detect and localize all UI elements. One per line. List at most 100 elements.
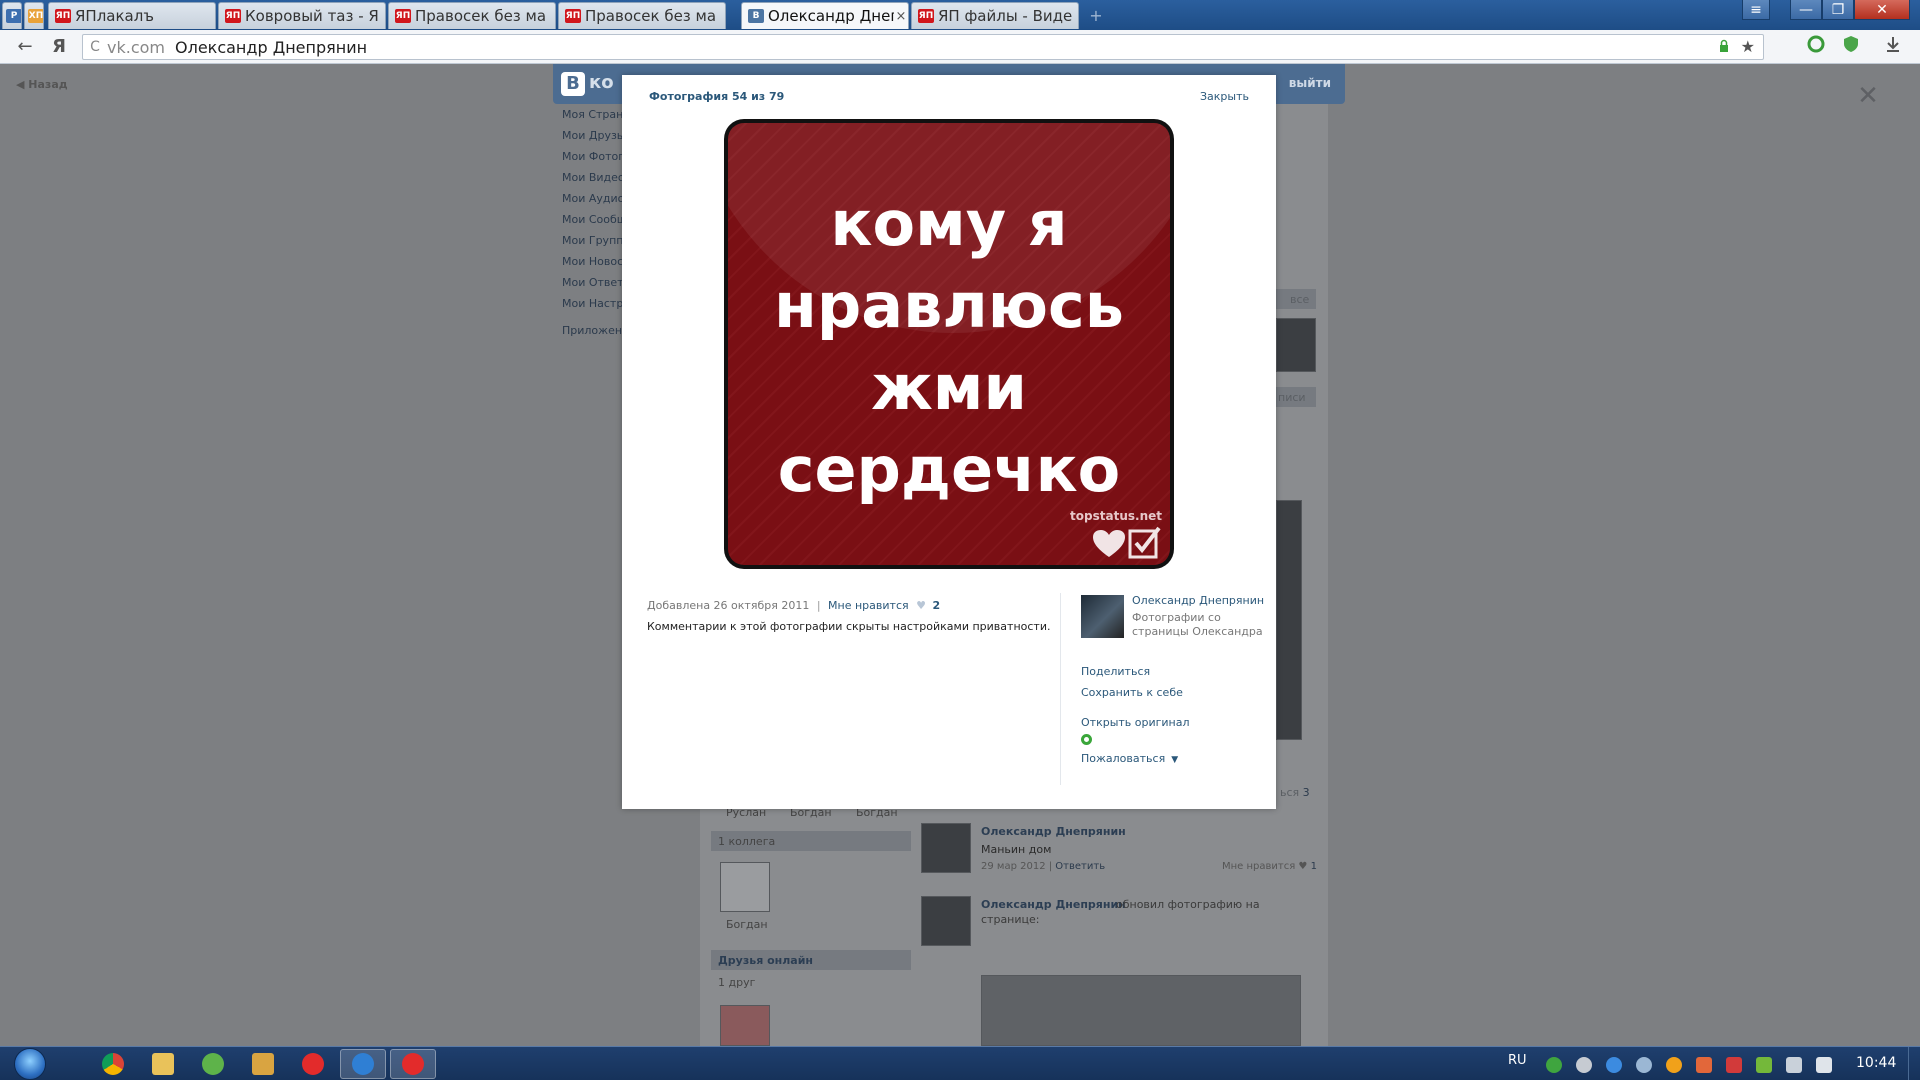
- tab-favicon: ЯП: [395, 9, 411, 23]
- tab-label: ЯПлакалъ: [75, 7, 154, 25]
- open-original-link[interactable]: Открыть оригинал: [1081, 716, 1190, 729]
- minimize-button[interactable]: —: [1790, 0, 1822, 20]
- records-text: писи: [1278, 391, 1306, 404]
- tray-network-icon[interactable]: [1576, 1057, 1592, 1073]
- album-link-line-2[interactable]: страницы Олександра: [1132, 625, 1263, 638]
- wall-post-author[interactable]: Олександр Днепрянин: [981, 825, 1126, 838]
- yandex-icon[interactable]: Я: [46, 35, 72, 59]
- tray-nvidia-icon[interactable]: [1756, 1057, 1772, 1073]
- back-link[interactable]: ◀ Назад: [16, 78, 68, 91]
- tab-favicon: ЯП: [565, 9, 581, 23]
- tab-pravosek-1[interactable]: ЯП Правосек без ма: [388, 2, 556, 29]
- all-link[interactable]: все: [1290, 293, 1309, 306]
- report-link[interactable]: Пожаловаться ▼: [1081, 752, 1178, 765]
- likes-fragment-label: ься: [1280, 786, 1300, 799]
- tray-network-connection-icon[interactable]: [1786, 1057, 1802, 1073]
- wall-post-text: обновил фотографию на: [1116, 898, 1260, 911]
- tab-favicon: P: [6, 9, 21, 23]
- tray-flag-icon[interactable]: [1726, 1057, 1742, 1073]
- tab-vk-active[interactable]: B Олександр Днепр ×: [741, 2, 909, 29]
- taskbar-utorrent[interactable]: [190, 1049, 236, 1079]
- address-page-title: Олександр Днепрянин: [175, 37, 368, 57]
- show-desktop-button[interactable]: [1908, 1047, 1920, 1080]
- wall-post-author[interactable]: Олександр Днепрянин: [981, 898, 1126, 911]
- extension-shield-icon[interactable]: [1838, 35, 1864, 59]
- extension-refresh-icon[interactable]: [1803, 35, 1829, 59]
- maximize-button[interactable]: ❐: [1822, 0, 1854, 20]
- tab-yap-files[interactable]: ЯП ЯП файлы - Виде: [911, 2, 1079, 29]
- tab-pravosek-2[interactable]: ЯП Правосек без ма: [558, 2, 726, 29]
- close-window-button[interactable]: ✕: [1854, 0, 1910, 20]
- author-link[interactable]: Олександр Днепрянин: [1132, 594, 1264, 607]
- colleague-name[interactable]: Богдан: [726, 918, 768, 931]
- tab-pinned-2[interactable]: ХП: [24, 2, 44, 29]
- address-input[interactable]: C vk.com Олександр Днепрянин ★: [82, 34, 1764, 60]
- back-arrow-icon[interactable]: ←: [12, 35, 38, 59]
- tab-kovrovyi-taz[interactable]: ЯП Ковровый таз - Я: [218, 2, 386, 29]
- download-icon[interactable]: [1880, 35, 1906, 59]
- wall-post-meta: 29 мар 2012 | Ответить: [981, 861, 1106, 872]
- taskbar-explorer[interactable]: [140, 1049, 186, 1079]
- photo-caption-line: кому я: [830, 187, 1068, 260]
- taskbar-yandex[interactable]: [290, 1049, 336, 1079]
- album-link-line-1[interactable]: Фотографии со: [1132, 611, 1221, 624]
- photo-card: кому я нравлюсь жми сердечко topstatus.n…: [728, 123, 1170, 565]
- tray-speaker-alert-icon[interactable]: [1696, 1057, 1712, 1073]
- taskbar-yandex-browser[interactable]: [390, 1049, 436, 1079]
- photo-viewer: Фотография 54 из 79 Закрыть кому я нравл…: [622, 75, 1276, 809]
- author-avatar[interactable]: [1081, 595, 1124, 638]
- wall-post-reply-link[interactable]: Ответить: [1055, 861, 1105, 872]
- tray-sync-icon[interactable]: [1636, 1057, 1652, 1073]
- wall-post-text: Маньин дом: [981, 843, 1052, 856]
- language-indicator[interactable]: RU: [1508, 1053, 1527, 1068]
- wall-post-likes[interactable]: Мне нравится ♥ 1: [1222, 861, 1317, 872]
- clock[interactable]: 10:44: [1856, 1055, 1896, 1071]
- online-friend-avatar[interactable]: [720, 1005, 770, 1046]
- friends-online-count: 1 друг: [718, 976, 756, 989]
- logout-link[interactable]: выйти: [1289, 76, 1331, 90]
- new-tab-button[interactable]: +: [1085, 6, 1107, 25]
- share-link[interactable]: Поделиться: [1081, 665, 1150, 678]
- browser-menu-button[interactable]: ≡: [1742, 0, 1770, 20]
- start-button[interactable]: [10, 1047, 50, 1080]
- tab-label: Правосек без ма: [415, 7, 547, 25]
- like-link[interactable]: Мне нравится: [828, 599, 909, 612]
- tab-favicon: B: [748, 9, 764, 23]
- utorrent-icon: [202, 1053, 224, 1075]
- media-player-icon: [252, 1053, 274, 1075]
- photo-image[interactable]: кому я нравлюсь жми сердечко topstatus.n…: [724, 119, 1174, 569]
- tray-volume-icon[interactable]: [1816, 1057, 1832, 1073]
- tab-pinned-1[interactable]: P: [2, 2, 22, 29]
- taskbar-media[interactable]: [240, 1049, 286, 1079]
- address-toolbar: ← Я C vk.com Олександр Днепрянин ★: [0, 30, 1920, 64]
- taskbar-chrome[interactable]: [90, 1049, 136, 1079]
- wall-post-avatar[interactable]: [921, 896, 971, 946]
- viewer-close-link[interactable]: Закрыть: [1200, 90, 1249, 103]
- overlay-close-icon[interactable]: ✕: [1856, 83, 1880, 109]
- friends-online-header[interactable]: Друзья онлайн: [718, 954, 813, 967]
- tray-check-icon[interactable]: [1546, 1057, 1562, 1073]
- photo-added-date: Добавлена 26 октября 2011: [647, 599, 810, 612]
- status-ring-icon: [1081, 734, 1092, 745]
- tray-update-icon[interactable]: [1666, 1057, 1682, 1073]
- tab-label: Олександр Днепр: [768, 7, 894, 25]
- wall-post-avatar[interactable]: [921, 823, 971, 873]
- save-to-album-link[interactable]: Сохранить к себе: [1081, 686, 1183, 699]
- tray-browser-icon[interactable]: [1606, 1057, 1622, 1073]
- tab-yaplakal[interactable]: ЯП ЯПлакалъ: [48, 2, 216, 29]
- wall-post-date: 29 мар 2012: [981, 861, 1046, 872]
- friend-photo[interactable]: [1276, 318, 1316, 372]
- vk-logo-text: ко: [589, 72, 614, 93]
- reload-icon[interactable]: C: [83, 39, 107, 55]
- photo-counter: Фотография 54 из 79: [649, 90, 785, 103]
- heart-icon[interactable]: ♥: [916, 599, 926, 612]
- taskbar-browser[interactable]: [340, 1049, 386, 1079]
- colleagues-header[interactable]: 1 коллега: [718, 835, 775, 848]
- colleague-avatar[interactable]: [720, 862, 770, 912]
- vk-logo[interactable]: B: [561, 72, 585, 96]
- wall-photo[interactable]: [1276, 500, 1302, 740]
- bookmark-star-icon[interactable]: ★: [1741, 37, 1755, 56]
- tab-close-icon[interactable]: ×: [894, 9, 908, 24]
- tab-favicon: ЯП: [55, 9, 71, 23]
- wall-post-photo[interactable]: [981, 975, 1301, 1046]
